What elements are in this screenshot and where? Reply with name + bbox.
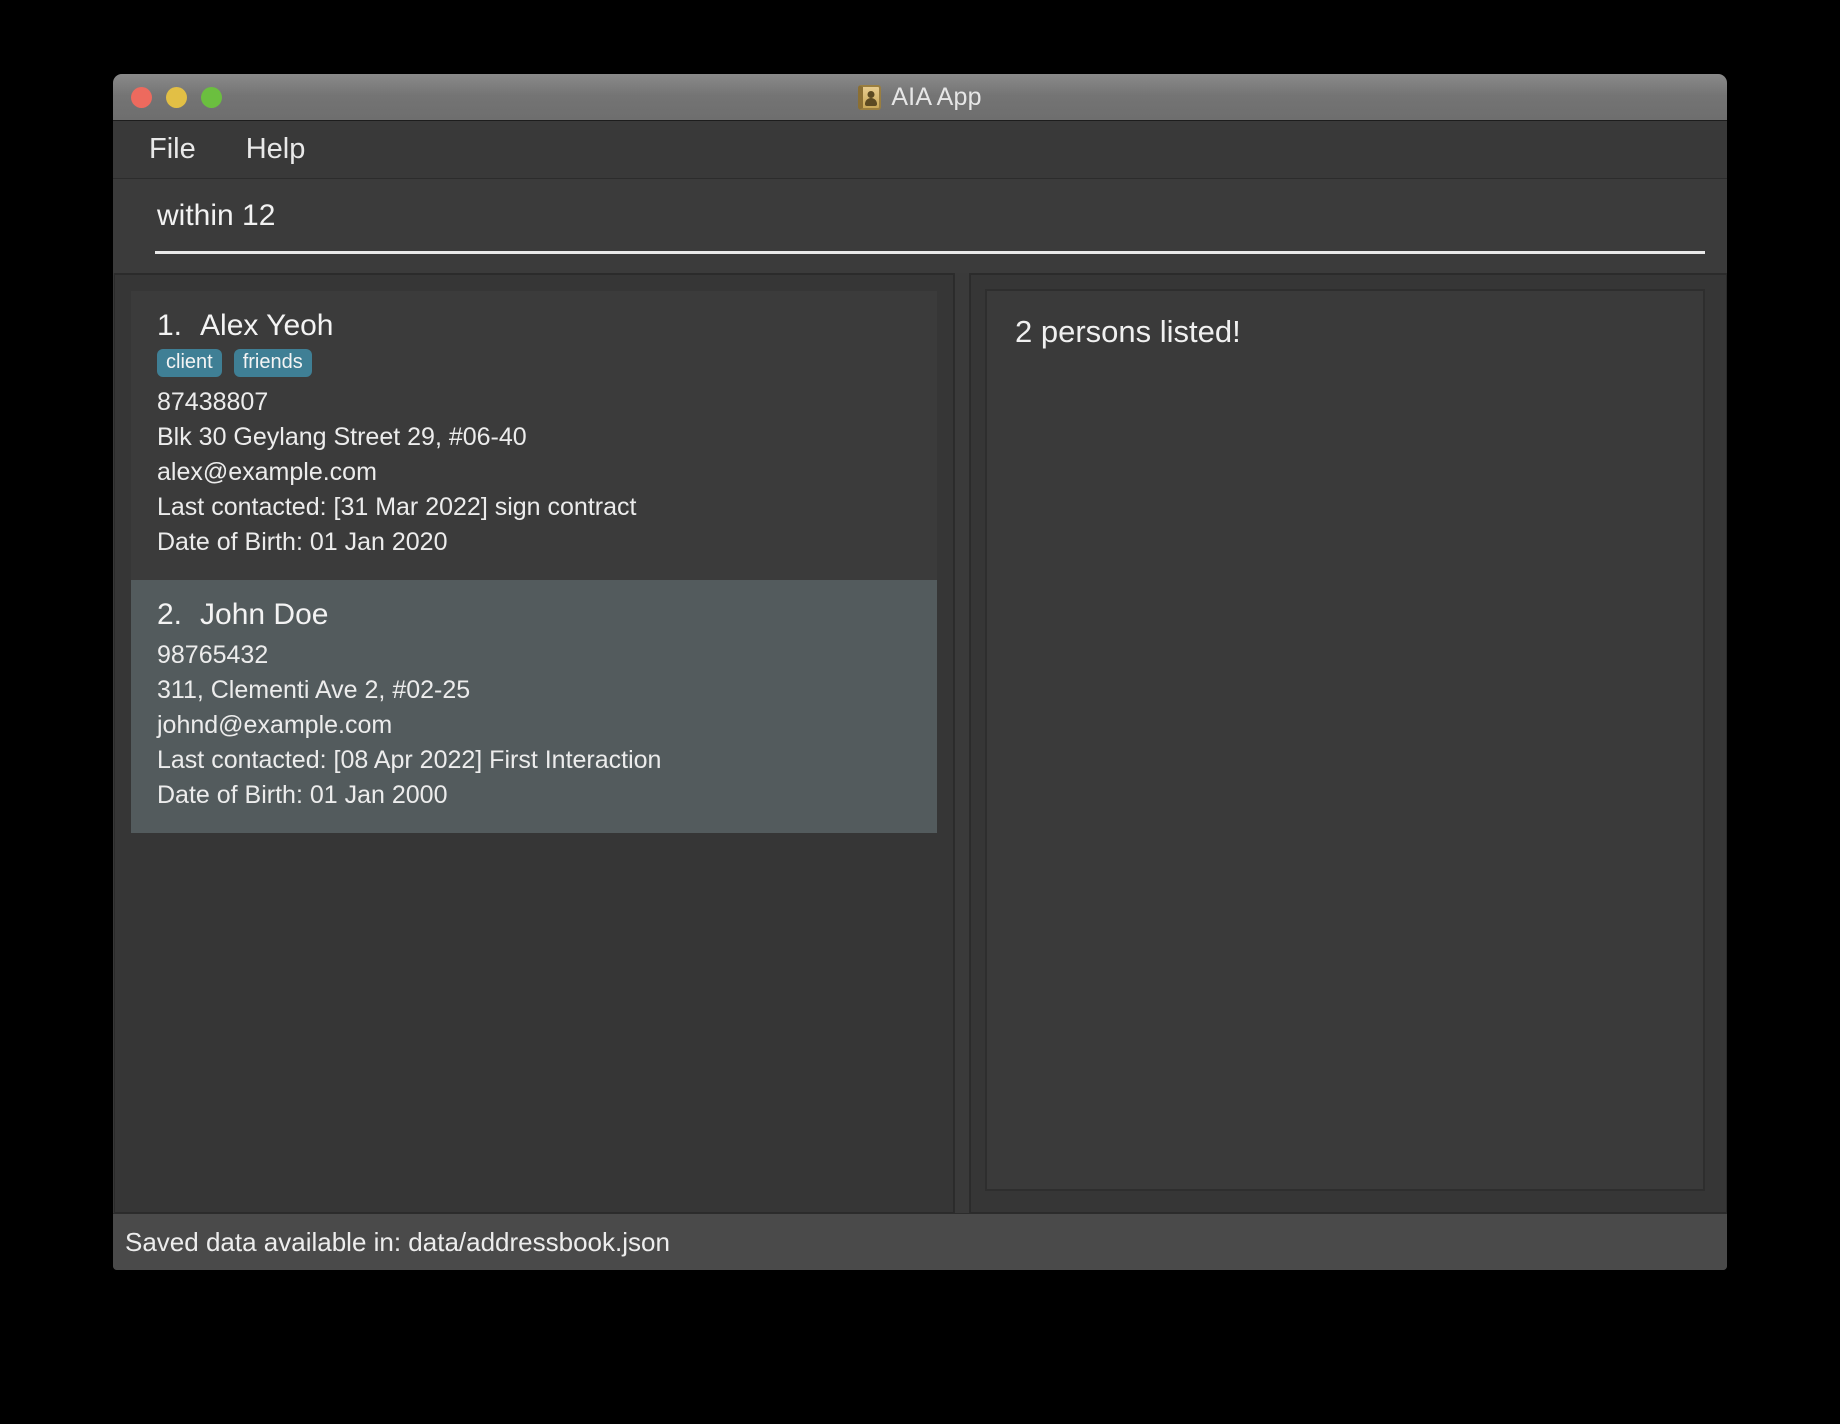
title-center-group: AIA App	[113, 74, 1727, 120]
person-last-contacted: Last contacted: [08 Apr 2022] First Inte…	[157, 746, 662, 774]
tag-friends[interactable]: friends	[233, 349, 312, 377]
person-address: 311, Clementi Ave 2, #02-25	[157, 676, 471, 704]
person-card[interactable]: 1. Alex Yeoh client friends 87438807 Blk…	[131, 291, 937, 580]
menu-item-help[interactable]: Help	[240, 131, 312, 168]
tag-client[interactable]: client	[157, 349, 222, 377]
person-header: 1. Alex Yeoh	[157, 309, 911, 343]
status-bar-text: Saved data available in: data/addressboo…	[125, 1226, 670, 1257]
title-bar: AIA App	[113, 74, 1727, 121]
result-message: 2 persons listed!	[1015, 314, 1241, 349]
person-phone: 87438807	[157, 388, 269, 416]
person-index: 1.	[157, 309, 183, 342]
window-title: AIA App	[891, 82, 982, 111]
menu-bar: File Help	[113, 121, 1727, 179]
result-display-box: 2 persons listed!	[985, 289, 1705, 1191]
person-tags: client friends	[157, 349, 911, 377]
person-list: 1. Alex Yeoh client friends 87438807 Blk…	[115, 275, 953, 833]
person-phone: 98765432	[157, 641, 269, 669]
person-date-of-birth: Date of Birth: 01 Jan 2020	[157, 528, 448, 556]
command-box	[113, 179, 1727, 273]
person-name: Alex Yeoh	[200, 309, 334, 342]
main-content: 1. Alex Yeoh client friends 87438807 Blk…	[113, 273, 1727, 1213]
person-card[interactable]: 2. John Doe 98765432 311, Clementi Ave 2…	[131, 580, 937, 833]
menu-item-file[interactable]: File	[143, 131, 202, 168]
window-controls	[131, 86, 222, 108]
person-list-panel: 1. Alex Yeoh client friends 87438807 Blk…	[114, 273, 954, 1213]
person-last-contacted: Last contacted: [31 Mar 2022] sign contr…	[157, 493, 637, 521]
screen: AIA App File Help 1. Alex Yeoh	[0, 0, 1840, 1424]
command-input[interactable]	[155, 198, 1705, 254]
person-email: johnd@example.com	[157, 711, 393, 739]
address-book-icon	[858, 84, 882, 110]
person-address: Blk 30 Geylang Street 29, #06-40	[157, 423, 527, 451]
application-window: AIA App File Help 1. Alex Yeoh	[113, 74, 1727, 1270]
person-header: 2. John Doe	[157, 598, 911, 632]
maximize-button[interactable]	[201, 86, 222, 108]
status-bar: Saved data available in: data/addressboo…	[113, 1213, 1727, 1270]
close-button[interactable]	[131, 86, 152, 108]
person-name: John Doe	[200, 598, 329, 631]
pane-splitter[interactable]	[954, 273, 970, 1213]
person-date-of-birth: Date of Birth: 01 Jan 2000	[157, 781, 448, 809]
person-index: 2.	[157, 598, 183, 631]
result-panel: 2 persons listed!	[970, 273, 1727, 1213]
person-email: alex@example.com	[157, 458, 377, 486]
minimize-button[interactable]	[166, 86, 187, 108]
